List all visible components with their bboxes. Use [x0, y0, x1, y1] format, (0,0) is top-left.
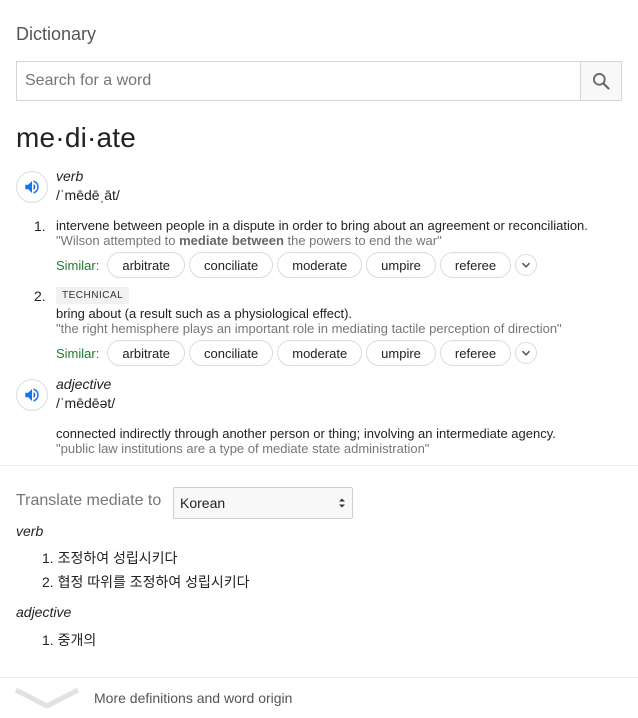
similar-chip-arbitrate[interactable]: arbitrate [107, 252, 186, 278]
similar-chip-referee[interactable]: referee [439, 340, 512, 366]
chevron-down-icon [522, 262, 531, 268]
search-input[interactable] [17, 62, 580, 100]
example: "Wilson attempted to mediate between the… [56, 233, 442, 248]
similar-chip-moderate[interactable]: moderate [277, 340, 363, 366]
translation-item: 1. 조정하여 성립시키다 [42, 548, 177, 568]
similar-chip-moderate[interactable]: moderate [277, 252, 363, 278]
dictionary-title: Dictionary [16, 24, 97, 44]
more-definitions-button[interactable]: More definitions and word origin [0, 678, 638, 718]
translation-number: 1. [42, 632, 58, 648]
translation-item: 1. 중개의 [42, 630, 96, 650]
more-definitions-label: More definitions and word origin [94, 690, 293, 706]
language-select-value: Korean [180, 495, 226, 511]
translation-text: 중개의 [57, 632, 97, 648]
example-highlight: mediate between [179, 233, 284, 248]
similar-chip-arbitrate[interactable]: arbitrate [107, 340, 186, 366]
translation-text: 조정하여 성립시키다 [57, 550, 178, 566]
expand-similar-button[interactable] [515, 342, 538, 364]
speaker-icon [25, 388, 39, 402]
chevron-down-icon [14, 687, 80, 709]
search-button[interactable] [580, 62, 621, 100]
similar-chip-umpire[interactable]: umpire [366, 340, 436, 366]
similar-chip-conciliate[interactable]: conciliate [189, 252, 274, 278]
similar-label: Similar: [56, 345, 100, 361]
definition: intervene between people in a dispute in… [56, 218, 588, 233]
similar-chip-conciliate[interactable]: conciliate [189, 340, 274, 366]
definition: connected indirectly through another per… [56, 426, 556, 441]
language-select[interactable]: Korean [173, 487, 353, 519]
translation-pos-adjective: adjective [16, 604, 72, 620]
chevron-down-icon [522, 350, 531, 356]
phonetic-adjective: /ˈmēdēət/ [56, 395, 116, 411]
pronounce-adjective-button[interactable] [16, 379, 48, 411]
select-arrows-icon [339, 498, 345, 508]
translation-number: 2. [42, 574, 58, 590]
speaker-icon [25, 180, 39, 194]
definition: bring about (a result such as a physiolo… [56, 306, 353, 321]
similar-chip-referee[interactable]: referee [439, 252, 512, 278]
sense-number: 1. [34, 218, 46, 234]
translation-pos-verb: verb [16, 523, 44, 539]
translation-item: 2. 협정 따위를 조정하여 성립시키다 [42, 572, 250, 592]
pronounce-verb-button[interactable] [16, 171, 48, 203]
translation-number: 1. [42, 550, 58, 566]
example-text: the powers to end the war" [283, 233, 442, 248]
similar-label: Similar: [56, 257, 100, 273]
translation-text: 협정 따위를 조정하여 성립시키다 [57, 574, 250, 590]
expand-similar-button[interactable] [515, 254, 538, 276]
search-box [16, 61, 622, 101]
example: "public law institutions are a type of m… [56, 441, 430, 456]
translate-label: Translate mediate to [16, 492, 162, 509]
headword: me·di·ate [16, 122, 137, 153]
divider [0, 465, 638, 466]
register-tag: TECHNICAL [56, 287, 130, 304]
phonetic-verb: /ˈmēdēˌāt/ [56, 187, 120, 203]
similar-row: Similar: arbitrate conciliate moderate u… [56, 340, 538, 366]
sense-number: 2. [34, 288, 46, 304]
example-text: "Wilson attempted to [56, 233, 180, 248]
search-icon [593, 73, 610, 90]
similar-row: Similar: arbitrate conciliate moderate u… [56, 252, 538, 278]
pos-verb: verb [56, 168, 84, 184]
pos-adjective: adjective [56, 376, 112, 392]
example: "the right hemisphere plays an important… [56, 321, 562, 336]
similar-chip-umpire[interactable]: umpire [366, 252, 436, 278]
